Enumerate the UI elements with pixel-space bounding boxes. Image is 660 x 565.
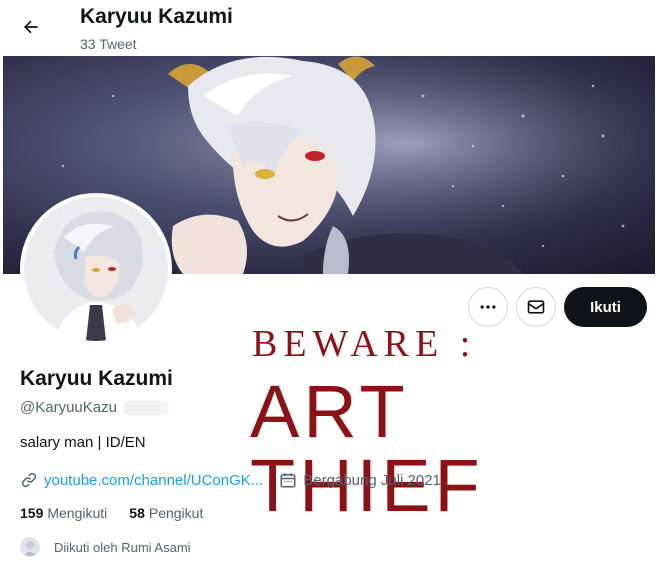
following-stat[interactable]: 159 Mengikuti (20, 505, 107, 521)
profile-joined-date: Bergabung Juli 2021 (303, 471, 441, 489)
back-button[interactable] (14, 10, 48, 44)
more-icon (480, 305, 496, 309)
following-count: 159 (20, 505, 44, 521)
profile-avatar[interactable] (20, 193, 172, 345)
profile-stats: 159 Mengikuti 58 Pengikut (20, 505, 203, 521)
followers-stat[interactable]: 58 Pengikut (129, 505, 203, 521)
follower-avatar (20, 537, 40, 557)
followers-count: 58 (129, 505, 145, 521)
follow-button[interactable]: Ikuti (564, 287, 647, 327)
profile-bio: salary man | ID/EN (20, 434, 146, 451)
profile-meta: youtube.com/channel/UConGK... Bergabung … (20, 470, 441, 490)
mail-icon (527, 300, 545, 314)
profile-display-name: Karyuu Kazumi (20, 367, 173, 390)
profile-handle: @KaryuuKazu (20, 399, 117, 416)
avatar-illustration (24, 197, 168, 341)
handle-redaction (124, 401, 168, 415)
calendar-icon (280, 473, 296, 488)
message-button[interactable] (516, 287, 556, 327)
followers-label: Pengikut (148, 505, 204, 521)
profile-website-link[interactable]: youtube.com/channel/UConGK... (44, 472, 263, 489)
tweet-count: 33 Tweet (80, 36, 137, 52)
back-arrow-icon (24, 20, 38, 34)
following-label: Mengikuti (47, 505, 108, 521)
more-button[interactable] (468, 287, 508, 327)
overlay-beware-text: BEWARE : (252, 323, 477, 365)
overlay-art-thief-text: ART THIEF (250, 370, 484, 527)
followed-by-row[interactable]: Diikuti oleh Rumi Asami (20, 537, 191, 557)
link-icon (21, 472, 37, 488)
top-bar: Karyuu Kazumi 33 Tweet (0, 0, 660, 56)
followed-by-text: Diikuti oleh Rumi Asami (54, 539, 191, 555)
page-title: Karyuu Kazumi (80, 5, 233, 28)
